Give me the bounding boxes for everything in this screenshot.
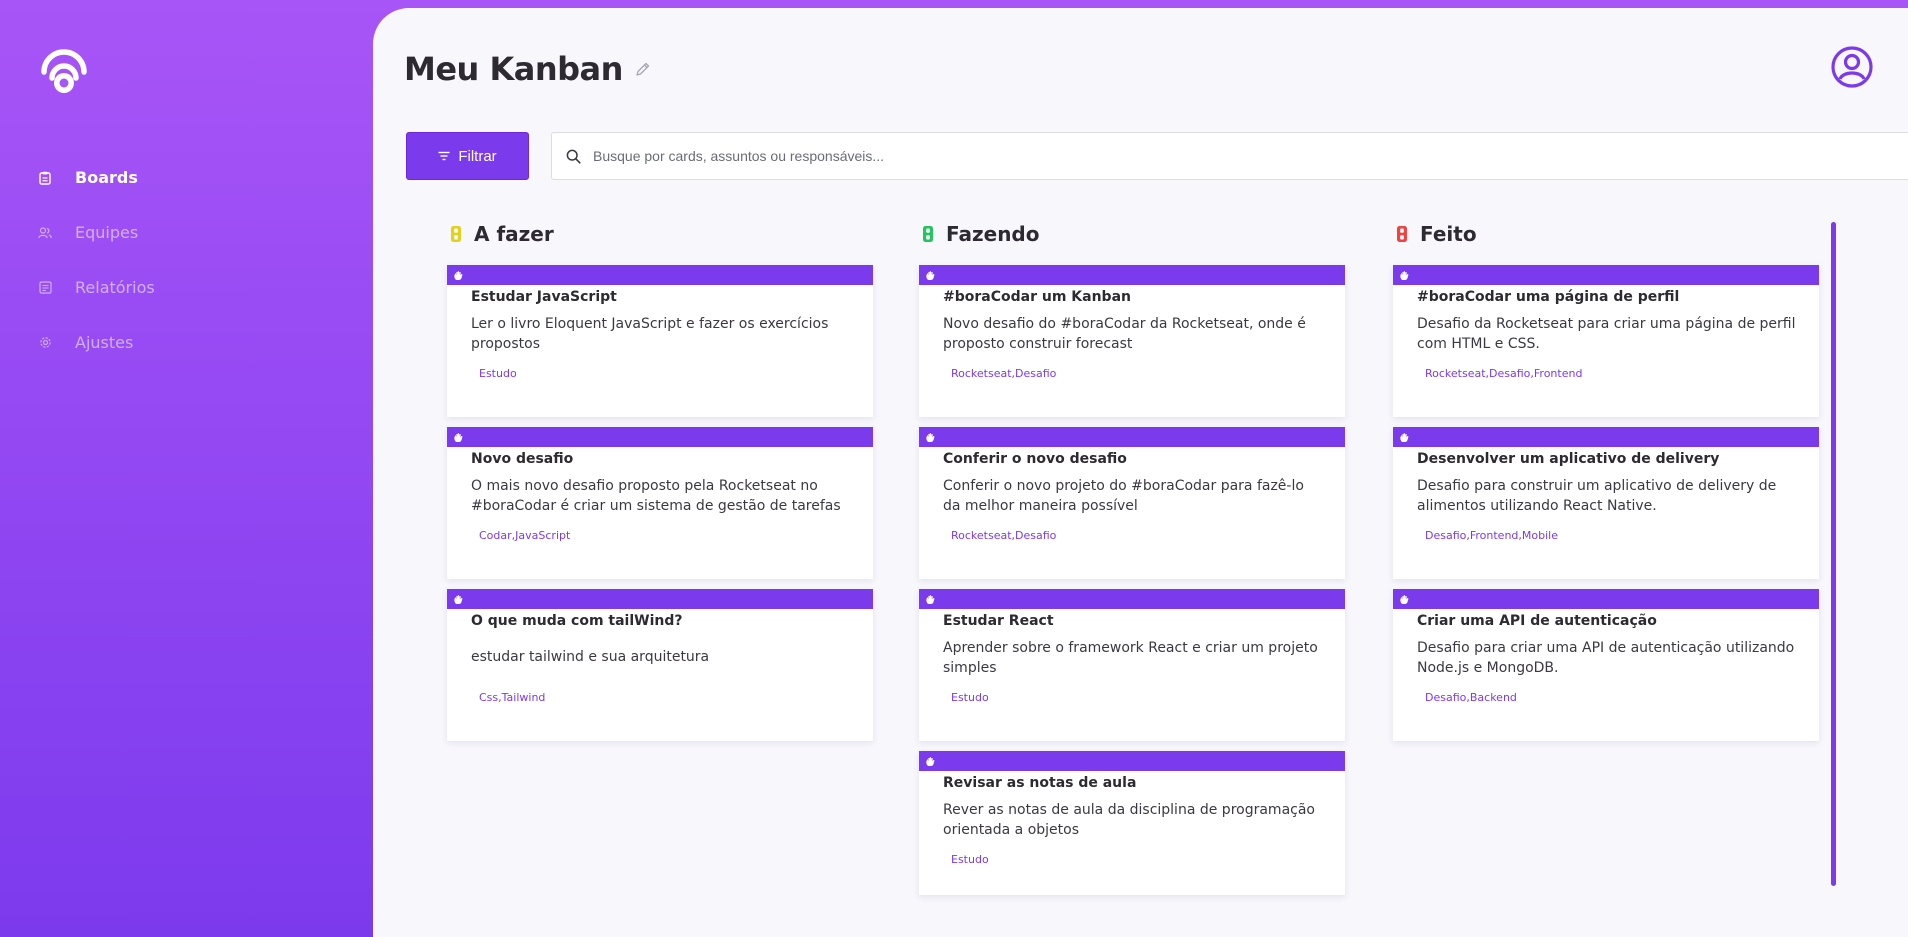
column-header: Fazendo bbox=[919, 220, 1345, 248]
card-tags: Estudo bbox=[951, 853, 989, 866]
filter-button-label: Filtrar bbox=[458, 147, 497, 165]
card-title: O que muda com tailWind? bbox=[471, 613, 683, 629]
drag-handle-icon[interactable] bbox=[453, 270, 464, 281]
drag-handle-icon[interactable] bbox=[453, 594, 464, 605]
card-title: Criar uma API de autenticação bbox=[1417, 613, 1657, 629]
card-header-bar bbox=[447, 265, 873, 285]
search-icon bbox=[566, 148, 582, 164]
sidebar-item-ajustes[interactable]: Ajustes bbox=[38, 315, 155, 370]
card-header-bar bbox=[1393, 265, 1819, 285]
users-icon bbox=[38, 226, 52, 240]
card-tags: Rocketseat,Desafio,Frontend bbox=[1425, 367, 1583, 380]
card-header-bar bbox=[919, 427, 1345, 447]
status-green-icon bbox=[923, 226, 933, 242]
gear-icon bbox=[38, 336, 52, 350]
card-description: Aprender sobre o framework React e criar… bbox=[943, 640, 1318, 676]
drag-handle-icon[interactable] bbox=[1399, 594, 1410, 605]
kanban-card[interactable]: #boraCodar uma página de perfil Desafio … bbox=[1393, 265, 1819, 417]
drag-handle-icon[interactable] bbox=[453, 432, 464, 443]
card-title: #boraCodar uma página de perfil bbox=[1417, 289, 1680, 305]
column-doing: Fazendo #boraCodar um Kanban Novo desafi… bbox=[919, 220, 1345, 905]
drag-handle-icon[interactable] bbox=[1399, 432, 1410, 443]
card-header-bar bbox=[919, 265, 1345, 285]
drag-handle-icon[interactable] bbox=[925, 432, 936, 443]
column-todo: A fazer Estudar JavaScript Ler o livro E… bbox=[447, 220, 873, 751]
kanban-card[interactable]: Criar uma API de autenticação Desafio pa… bbox=[1393, 589, 1819, 741]
sidebar-item-equipes[interactable]: Equipes bbox=[38, 205, 155, 260]
sidebar-item-label: Boards bbox=[75, 168, 138, 187]
title-row: Meu Kanban bbox=[404, 50, 653, 88]
sidebar-item-label: Equipes bbox=[75, 223, 139, 242]
drag-handle-icon[interactable] bbox=[925, 594, 936, 605]
column-done: Feito #boraCodar uma página de perfil De… bbox=[1393, 220, 1819, 751]
sidebar-item-label: Ajustes bbox=[75, 333, 134, 352]
search-box[interactable] bbox=[551, 132, 1908, 180]
search-input[interactable] bbox=[593, 148, 1908, 164]
drag-handle-icon[interactable] bbox=[925, 270, 936, 281]
card-header-bar bbox=[1393, 589, 1819, 609]
kanban-card[interactable]: Novo desafio O mais novo desafio propost… bbox=[447, 427, 873, 579]
sidebar: Boards Equipes Relatórios Ajustes bbox=[0, 0, 373, 937]
card-title: #boraCodar um Kanban bbox=[943, 289, 1131, 305]
kanban-card[interactable]: Desenvolver um aplicativo de delivery De… bbox=[1393, 427, 1819, 579]
card-description: Desafio para construir um aplicativo de … bbox=[1417, 478, 1777, 514]
card-description: Rever as notas de aula da disciplina de … bbox=[943, 802, 1315, 838]
card-title: Estudar JavaScript bbox=[471, 289, 617, 305]
card-description: Ler o livro Eloquent JavaScript e fazer … bbox=[471, 316, 829, 352]
sidebar-item-label: Relatórios bbox=[75, 278, 155, 297]
card-title: Desenvolver um aplicativo de delivery bbox=[1417, 451, 1720, 467]
app-logo[interactable] bbox=[38, 38, 90, 95]
card-tags: Rocketseat,Desafio bbox=[951, 529, 1057, 542]
kanban-card[interactable]: O que muda com tailWind? estudar tailwin… bbox=[447, 589, 873, 741]
card-header-bar bbox=[919, 589, 1345, 609]
card-header-bar bbox=[447, 427, 873, 447]
card-tags: Desafio,Frontend,Mobile bbox=[1425, 529, 1558, 542]
main-panel: Meu Kanban Filtrar A fazer bbox=[373, 8, 1908, 937]
page-title: Meu Kanban bbox=[404, 50, 623, 88]
pencil-icon[interactable] bbox=[635, 60, 653, 78]
card-description: O mais novo desafio proposto pela Rocket… bbox=[471, 478, 841, 514]
card-header-bar bbox=[919, 751, 1345, 771]
card-tags: Estudo bbox=[951, 691, 989, 704]
column-title: Feito bbox=[1420, 222, 1477, 246]
card-header-bar bbox=[1393, 427, 1819, 447]
kanban-card[interactable]: Conferir o novo desafio Conferir o novo … bbox=[919, 427, 1345, 579]
card-title: Estudar React bbox=[943, 613, 1054, 629]
kanban-card[interactable]: #boraCodar um Kanban Novo desafio do #bo… bbox=[919, 265, 1345, 417]
kanban-card[interactable]: Revisar as notas de aula Rever as notas … bbox=[919, 751, 1345, 895]
card-description: estudar tailwind e sua arquitetura bbox=[471, 649, 710, 665]
filter-button[interactable]: Filtrar bbox=[406, 132, 529, 180]
sidebar-nav: Boards Equipes Relatórios Ajustes bbox=[38, 150, 155, 370]
card-title: Conferir o novo desafio bbox=[943, 451, 1127, 467]
card-description: Conferir o novo projeto do #boraCodar pa… bbox=[943, 478, 1304, 514]
drag-handle-icon[interactable] bbox=[925, 756, 936, 767]
card-header-bar bbox=[447, 589, 873, 609]
card-title: Revisar as notas de aula bbox=[943, 775, 1137, 791]
drag-handle-icon[interactable] bbox=[1399, 270, 1410, 281]
column-header: A fazer bbox=[447, 220, 873, 248]
kanban-card[interactable]: Estudar JavaScript Ler o livro Eloquent … bbox=[447, 265, 873, 417]
card-tags: Desafio,Backend bbox=[1425, 691, 1517, 704]
column-title: A fazer bbox=[474, 222, 554, 246]
card-title: Novo desafio bbox=[471, 451, 574, 467]
status-red-icon bbox=[1397, 226, 1407, 242]
card-description: Desafio da Rocketseat para criar uma pág… bbox=[1417, 316, 1796, 352]
card-tags: Css,Tailwind bbox=[479, 691, 546, 704]
status-yellow-icon bbox=[451, 226, 461, 242]
clipboard-icon bbox=[38, 171, 52, 185]
user-avatar[interactable] bbox=[1831, 46, 1873, 88]
sidebar-item-relatorios[interactable]: Relatórios bbox=[38, 260, 155, 315]
kanban-card[interactable]: Estudar React Aprender sobre o framework… bbox=[919, 589, 1345, 741]
board-scrollbar[interactable] bbox=[1831, 222, 1836, 886]
report-icon bbox=[38, 281, 52, 295]
card-tags: Rocketseat,Desafio bbox=[951, 367, 1057, 380]
card-tags: Estudo bbox=[479, 367, 517, 380]
filter-icon bbox=[438, 151, 450, 161]
card-description: Novo desafio do #boraCodar da Rocketseat… bbox=[943, 316, 1306, 352]
column-title: Fazendo bbox=[946, 222, 1040, 246]
sidebar-item-boards[interactable]: Boards bbox=[38, 150, 155, 205]
card-tags: Codar,JavaScript bbox=[479, 529, 571, 542]
card-description: Desafio para criar uma API de autenticaç… bbox=[1417, 640, 1795, 676]
column-header: Feito bbox=[1393, 220, 1819, 248]
